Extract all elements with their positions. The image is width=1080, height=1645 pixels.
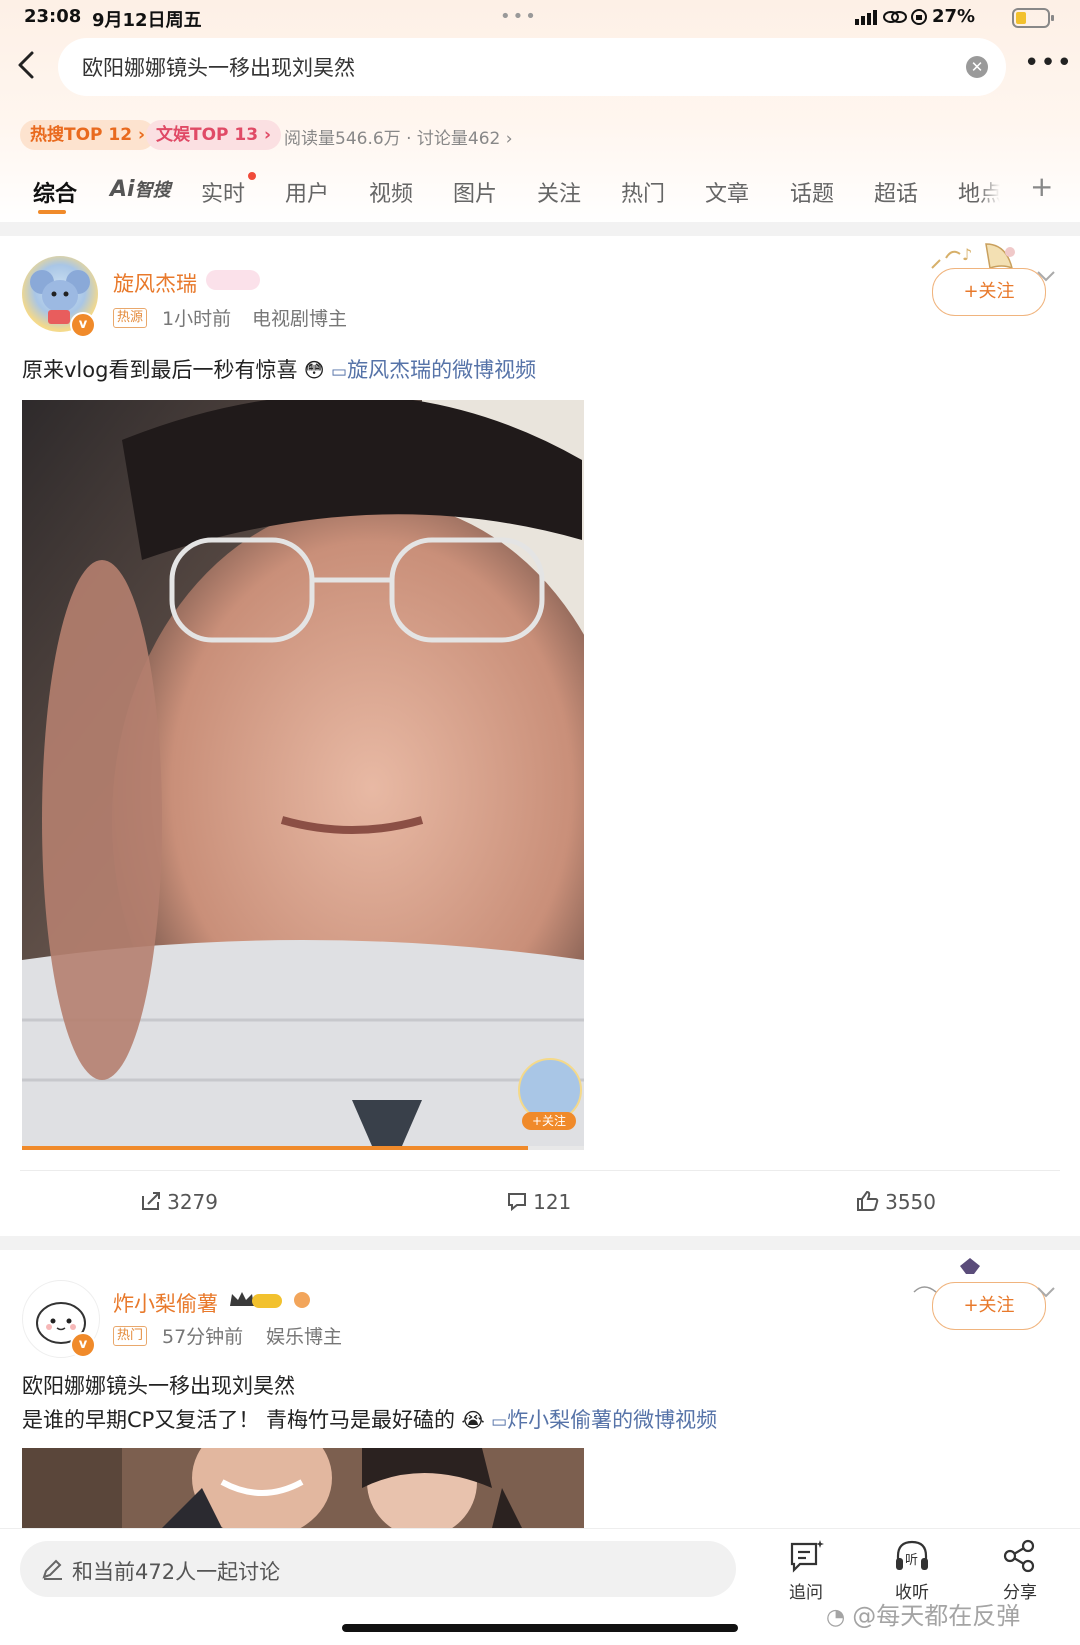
- video-link[interactable]: ▭旋风杰瑞的微博视频: [331, 358, 536, 382]
- repost-icon: [142, 1192, 160, 1210]
- listen-button[interactable]: 听 收听: [886, 1538, 938, 1603]
- multitask-dots-icon[interactable]: •••: [500, 6, 538, 27]
- entertainment-rank-badge[interactable]: 文娱TOP 13 ›: [146, 120, 282, 150]
- verified-badge-icon: v: [70, 312, 96, 338]
- post-action-divider: [20, 1170, 1060, 1171]
- post-time: 1小时前: [162, 308, 232, 330]
- battery-icon: [1012, 8, 1054, 28]
- comment-count: 121: [533, 1190, 572, 1214]
- crying-emoji-icon: 😭: [455, 1408, 492, 1432]
- video-thumbnail[interactable]: [22, 400, 584, 1146]
- video-frame-image: [22, 1448, 584, 1528]
- user-role: 娱乐博主: [266, 1326, 343, 1348]
- tab-video[interactable]: 视频: [369, 176, 413, 208]
- like-count: 3550: [885, 1190, 936, 1214]
- back-icon[interactable]: [14, 50, 38, 80]
- svg-text:听: 听: [905, 1553, 918, 1568]
- post-time: 57分钟前: [162, 1326, 244, 1348]
- tab-following[interactable]: 关注: [537, 176, 581, 208]
- tab-articles[interactable]: 文章: [705, 176, 749, 208]
- username[interactable]: 炸小梨偷薯: [113, 1288, 218, 1318]
- headphones-icon: 听: [896, 1540, 928, 1570]
- comment-icon: [508, 1193, 526, 1212]
- tab-location[interactable]: 地点: [958, 176, 1000, 208]
- verified-badge-icon: v: [70, 1332, 96, 1358]
- thumbs-up-icon: [857, 1190, 879, 1211]
- tab-realtime[interactable]: 实时: [201, 176, 245, 208]
- user-role: 电视剧博主: [252, 308, 348, 330]
- share-button[interactable]: 分享: [994, 1538, 1046, 1603]
- pencil-icon: [42, 1559, 62, 1580]
- clear-icon[interactable]: ✕: [966, 56, 988, 78]
- video-thumbnail[interactable]: [22, 1448, 584, 1528]
- read-discuss-stats[interactable]: 阅读量546.6万 · 讨论量462 ›: [284, 124, 513, 149]
- signal-icon: [855, 10, 877, 25]
- video-frame-image: [22, 400, 584, 1146]
- follow-button[interactable]: +关注: [932, 1282, 1046, 1330]
- repost-button[interactable]: 3279: [140, 1190, 218, 1214]
- svg-text:♪: ♪: [962, 245, 972, 264]
- video-follow-button[interactable]: +关注: [522, 1112, 576, 1130]
- vip-crown-badge-icon: [230, 1292, 310, 1308]
- tab-hot[interactable]: 热门: [621, 176, 665, 208]
- new-dot-badge: [248, 172, 256, 180]
- comment-button[interactable]: 121: [506, 1190, 571, 1214]
- status-date: 9月12日周五: [92, 10, 202, 31]
- tab-super-topics[interactable]: 超话: [874, 176, 918, 208]
- like-button[interactable]: 3550: [856, 1190, 936, 1214]
- section-divider: [0, 222, 1080, 236]
- chevron-down-icon[interactable]: [1036, 270, 1056, 282]
- tab-users[interactable]: 用户: [285, 176, 329, 208]
- hot-search-badge[interactable]: 热搜TOP 12 ›: [20, 120, 156, 150]
- post-tag: 热门: [113, 1326, 148, 1346]
- follow-up-button[interactable]: 追问: [780, 1538, 832, 1603]
- username[interactable]: 旋风杰瑞: [113, 268, 197, 298]
- discussion-placeholder[interactable]: 和当前472人一起讨论: [72, 1556, 280, 1586]
- member-level-icon: [206, 270, 260, 290]
- tab-topics[interactable]: 话题: [790, 176, 834, 208]
- add-tab-icon[interactable]: +: [1030, 170, 1053, 203]
- tab-comprehensive[interactable]: 综合: [33, 176, 77, 208]
- follow-button[interactable]: +关注: [932, 268, 1046, 316]
- home-indicator: [342, 1624, 738, 1632]
- active-tab-indicator: [38, 210, 66, 214]
- post-separator: [0, 1236, 1080, 1250]
- repost-count: 3279: [167, 1190, 218, 1214]
- post-tag: 热源: [113, 308, 148, 328]
- post-text-line1: 欧阳娜娜镜头一移出现刘昊然: [22, 1374, 295, 1398]
- battery-percent: 27%: [932, 6, 976, 27]
- ask-sparkle-icon: [790, 1540, 824, 1573]
- tab-images[interactable]: 图片: [453, 176, 497, 208]
- lock-rotation-icon: [911, 9, 927, 25]
- shy-emoji-icon: 😳: [297, 358, 332, 382]
- status-time: 23:08: [24, 6, 82, 27]
- video-link[interactable]: ▭炸小梨偷薯的微博视频: [491, 1408, 717, 1432]
- more-icon[interactable]: •••: [1024, 48, 1073, 78]
- share-icon: [1003, 1539, 1035, 1573]
- tab-ai-search[interactable]: Ai智搜: [110, 176, 171, 202]
- link-icon: [883, 11, 907, 23]
- post-text-line2: 是谁的早期CP又复活了！ 青梅竹马是最好磕的 😭 ▭炸小梨偷薯的微博视频: [22, 1408, 718, 1432]
- post-text: 原来vlog看到最后一秒有惊喜 😳 ▭旋风杰瑞的微博视频: [22, 358, 537, 382]
- chevron-down-icon[interactable]: [1036, 1286, 1056, 1298]
- search-input[interactable]: 欧阳娜娜镜头一移出现刘昊然: [82, 52, 355, 82]
- video-progress-fill: [22, 1146, 528, 1150]
- weibo-logo-icon: ◔: [826, 1605, 853, 1630]
- watermark: ◔ @每天都在反弹: [826, 1602, 1021, 1630]
